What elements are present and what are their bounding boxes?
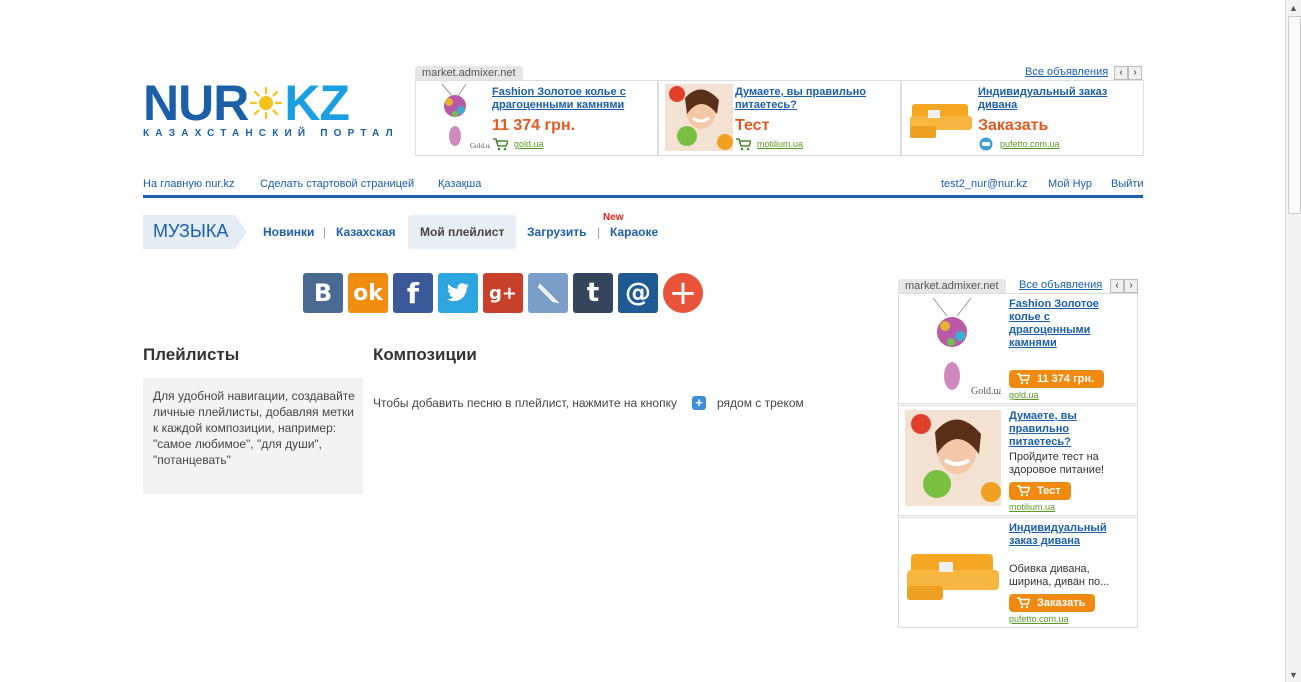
add-plus-icon: + xyxy=(692,396,706,410)
nav-divider xyxy=(143,195,1143,198)
cart-icon xyxy=(736,138,751,151)
ad-price-button[interactable]: 11 374 грн. xyxy=(1009,370,1105,388)
kazakh-language-link[interactable]: Қазақша xyxy=(438,178,481,190)
ad-price: Заказать xyxy=(978,117,1049,134)
svg-text:Gold.ua: Gold.ua xyxy=(971,386,1001,397)
vertical-scrollbar[interactable]: ▲ ▼ xyxy=(1285,0,1301,682)
more-share-icon[interactable]: + xyxy=(663,273,703,313)
cart-icon xyxy=(1017,485,1030,497)
ad-description: Пройдите тест на здоровое питание! xyxy=(1009,451,1105,476)
woman-apple-image xyxy=(665,84,733,151)
livejournal-share-icon[interactable] xyxy=(528,273,568,313)
playlist-info-box: Для удобной навигации, создавайте личные… xyxy=(143,378,363,494)
tab-kazakh[interactable]: Казахская xyxy=(336,225,396,239)
ad-next-icon[interactable]: › xyxy=(1128,66,1142,80)
ad-price: Тест xyxy=(735,117,770,134)
scrollbar-thumb[interactable] xyxy=(1288,16,1301,214)
logo-text-nur: NUR xyxy=(143,75,249,131)
compositions-heading: Композиции xyxy=(373,345,477,364)
ad-domain-link[interactable]: pufetto.com.ua xyxy=(1000,139,1060,149)
tumblr-share-icon[interactable]: t xyxy=(573,273,613,313)
ad-title-link[interactable]: Индивидуальный заказ дивана xyxy=(978,86,1138,112)
tab-karaoke[interactable]: Караоке xyxy=(610,225,658,239)
ad-title-link[interactable]: Fashion Золотое колье с драгоценными кам… xyxy=(492,86,652,112)
ad-order-button[interactable]: Заказать xyxy=(1009,594,1096,612)
side-ad-block: market.admixer.net Все объявления ‹ › Go… xyxy=(898,279,1138,629)
user-email-link[interactable]: test2_nur@nur.kz xyxy=(941,178,1027,190)
vk-share-icon[interactable]: B xyxy=(303,273,343,313)
top-ad-item[interactable]: Думаете, вы правильно питаетесь? Тест mo… xyxy=(658,80,901,156)
tab-new[interactable]: Новинки xyxy=(263,225,314,239)
cart-icon xyxy=(1017,373,1030,385)
all-ads-link[interactable]: Все объявления xyxy=(1019,279,1102,291)
side-ad-item[interactable]: Думаете, вы правильно питаетесь? Пройдит… xyxy=(898,405,1138,516)
google-plus-share-icon[interactable]: g+ xyxy=(483,273,523,313)
necklace-image: Gold.ua xyxy=(932,298,1001,397)
twitter-share-icon[interactable] xyxy=(438,273,478,313)
ad-domain-link[interactable]: motilium.ua xyxy=(757,139,803,149)
logout-link[interactable]: Выйти xyxy=(1111,178,1144,190)
scroll-up-arrow-icon[interactable]: ▲ xyxy=(1289,3,1298,13)
ad-source-label: market.admixer.net xyxy=(415,66,523,80)
ad-title-link[interactable]: Думаете, вы правильно питаетесь? xyxy=(735,86,895,112)
add-song-hint-end: рядом с треком xyxy=(717,396,804,410)
ad-domain-link[interactable]: pufetto.com.ua xyxy=(1009,614,1069,624)
ad-description: Обивка дивана, ширина, диван по... xyxy=(1009,563,1110,588)
ad-test-button[interactable]: Тест xyxy=(1009,482,1071,500)
tab-my-playlist[interactable]: Мой плейлист xyxy=(420,225,504,239)
chat-icon xyxy=(979,137,993,151)
section-title[interactable]: МУЗЫКА xyxy=(143,215,247,249)
make-start-page-link[interactable]: Сделать стартовой страницей xyxy=(260,178,414,190)
odnoklassniki-share-icon[interactable]: ok xyxy=(348,273,388,313)
ad-title-link[interactable]: Fashion Золотое колье с драгоценными кам… xyxy=(1009,298,1119,350)
ad-title-link[interactable]: Индивидуальный заказ дивана xyxy=(1009,522,1119,548)
ad-prev-icon[interactable]: ‹ xyxy=(1110,279,1124,293)
ad-domain-link[interactable]: gold.ua xyxy=(1009,390,1039,400)
side-ad-item[interactable]: Индивидуальный заказ дивана Обивка диван… xyxy=(898,517,1138,628)
top-ad-block: market.admixer.net Все объявления ‹ › Go… xyxy=(415,66,1144,156)
tab-upload[interactable]: Загрузить xyxy=(527,225,586,239)
scroll-down-arrow-icon[interactable]: ▼ xyxy=(1289,670,1298,680)
ad-domain-link[interactable]: gold.ua xyxy=(514,139,544,149)
ad-source-label: market.admixer.net xyxy=(898,279,1006,293)
mail-share-icon[interactable]: @ xyxy=(618,273,658,313)
cart-icon xyxy=(493,138,508,151)
playlists-heading: Плейлисты xyxy=(143,345,240,364)
sofa-image xyxy=(910,104,972,138)
cart-icon xyxy=(1017,597,1030,609)
svg-text:Gold.ua: Gold.ua xyxy=(470,142,490,150)
top-ad-item[interactable]: Gold.ua Fashion Золотое колье с драгоцен… xyxy=(415,80,658,156)
tab-separator: | xyxy=(597,225,601,239)
ad-domain-link[interactable]: motilium.ua xyxy=(1009,502,1055,512)
top-ad-item[interactable]: Индивидуальный заказ дивана Заказать puf… xyxy=(901,80,1144,156)
home-link[interactable]: На главную nur.kz xyxy=(143,178,235,190)
new-badge: New xyxy=(603,212,624,223)
necklace-image: Gold.ua xyxy=(441,84,490,150)
ad-prev-icon[interactable]: ‹ xyxy=(1114,66,1128,80)
site-logo[interactable]: NUR KZ КАЗАХСТАНСКИЙ ПОРТАЛ xyxy=(143,78,399,139)
ad-price: 11 374 грн. xyxy=(492,117,576,134)
playlist-info-text: Для удобной навигации, создавайте личные… xyxy=(153,389,355,467)
side-ad-item[interactable]: Gold.ua Fashion Золотое колье с драгоцен… xyxy=(898,293,1138,404)
logo-tagline: КАЗАХСТАНСКИЙ ПОРТАЛ xyxy=(143,128,399,139)
logo-text-kz: KZ xyxy=(284,75,350,131)
facebook-share-icon[interactable]: f xyxy=(393,273,433,313)
woman-apple-image xyxy=(905,410,1001,506)
add-song-hint: Чтобы добавить песню в плейлист, нажмите… xyxy=(373,396,677,410)
tab-separator: | xyxy=(323,225,327,239)
my-nur-link[interactable]: Мой Нур xyxy=(1048,178,1092,190)
sofa-image xyxy=(907,554,999,600)
ad-next-icon[interactable]: › xyxy=(1124,279,1138,293)
sun-icon xyxy=(250,86,283,120)
top-nav: На главную nur.kz Сделать стартовой стра… xyxy=(143,178,1144,192)
all-ads-link[interactable]: Все объявления xyxy=(1025,66,1108,78)
ad-title-link[interactable]: Думаете, вы правильно питаетесь? xyxy=(1009,410,1119,449)
